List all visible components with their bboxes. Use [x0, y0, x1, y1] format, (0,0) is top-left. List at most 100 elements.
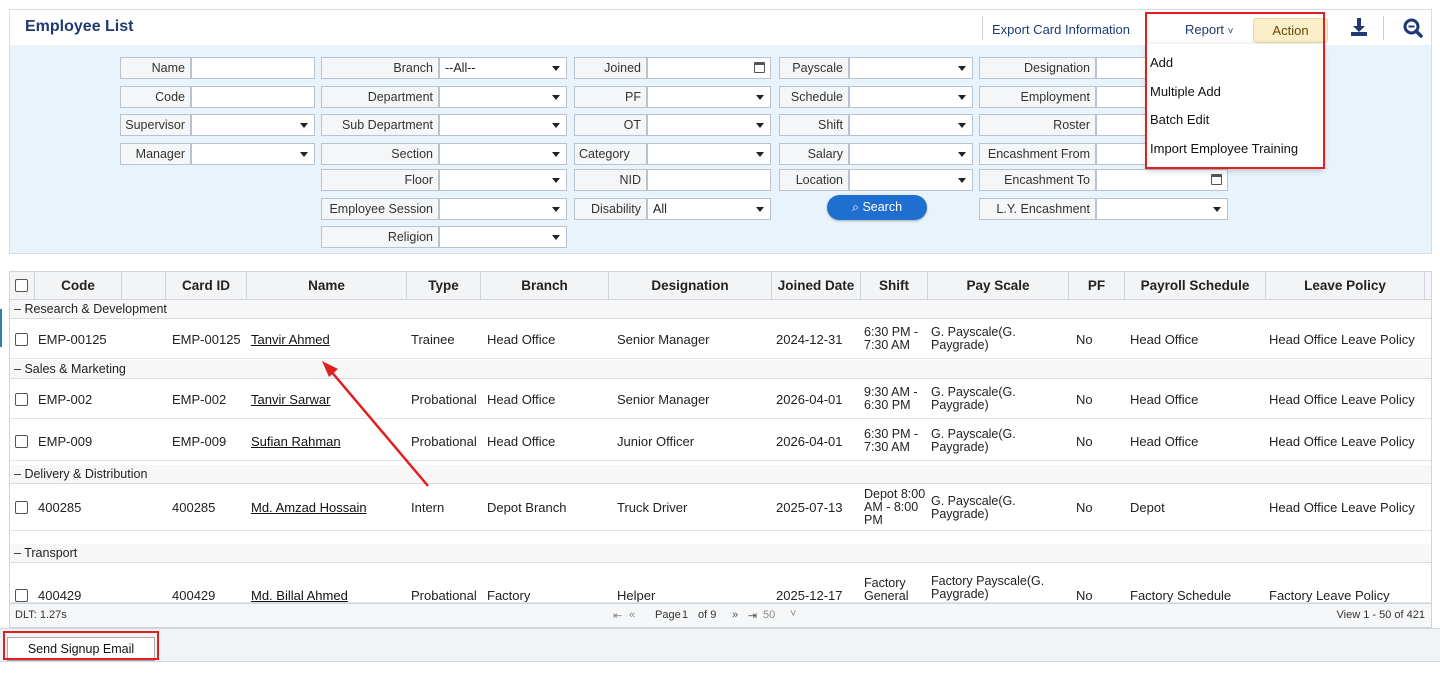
cell-designation: Senior Manager	[617, 331, 710, 347]
send-signup-email-button[interactable]: Send Signup Email	[7, 637, 155, 661]
report-dropdown-button[interactable]: Report ˅	[1185, 22, 1234, 37]
row-checkbox[interactable]	[15, 434, 28, 448]
group-row[interactable]: – Sales & Marketing	[10, 360, 1431, 379]
table-row[interactable]: 400285 400285 Md. Amzad Hossain Intern D…	[10, 484, 1431, 531]
download-icon[interactable]	[1348, 16, 1370, 38]
department-filter-select[interactable]	[439, 86, 567, 108]
group-row[interactable]: – Transport	[10, 544, 1431, 563]
row-checkbox-cell	[15, 319, 35, 359]
next-page-icon[interactable]: »	[732, 609, 738, 621]
menu-item-multiple-add[interactable]: Multiple Add	[1150, 84, 1221, 99]
row-checkbox[interactable]	[15, 392, 28, 406]
schedule-filter-select[interactable]	[849, 86, 973, 108]
cell-pay-scale: G. Payscale(G. Paygrade)	[931, 385, 1016, 412]
calendar-icon[interactable]	[1211, 174, 1222, 185]
disability-filter-select[interactable]: All	[647, 198, 771, 220]
calendar-icon[interactable]	[754, 62, 765, 73]
table-row[interactable]: EMP-009 EMP-009 Sufian Rahman Probationa…	[10, 421, 1431, 461]
group-row[interactable]: – Delivery & Distribution	[10, 465, 1431, 484]
ot-filter-select[interactable]	[647, 114, 771, 136]
action-button[interactable]: Action	[1253, 18, 1328, 43]
pf-filter-select[interactable]	[647, 86, 771, 108]
column-header-designation[interactable]: Designation	[609, 272, 772, 300]
name-filter-input[interactable]	[191, 57, 315, 79]
cell-card-id: 400429	[172, 588, 216, 603]
column-header-branch[interactable]: Branch	[481, 272, 609, 300]
sub-department-filter-select[interactable]	[439, 114, 567, 136]
manager-filter-select[interactable]	[191, 143, 315, 165]
location-filter-select[interactable]	[849, 169, 973, 191]
menu-item-add[interactable]: Add	[1150, 55, 1173, 70]
manager-filter-label: Manager	[120, 143, 191, 165]
table-row[interactable]: EMP-00125 EMP-00125 Tanvir Ahmed Trainee…	[10, 319, 1431, 359]
column-header-pay-scale[interactable]: Pay Scale	[928, 272, 1069, 300]
cell-designation: Junior Officer	[617, 433, 695, 449]
cell-joined-date: 2026-04-01	[776, 391, 843, 407]
employee-name-link[interactable]: Md. Amzad Hossain	[251, 500, 367, 515]
row-checkbox[interactable]	[15, 501, 28, 514]
row-indicator	[0, 309, 2, 347]
column-header-pf[interactable]: PF	[1069, 272, 1125, 300]
row-checkbox[interactable]	[15, 589, 28, 602]
joined-filter-date[interactable]	[647, 57, 771, 79]
zoom-search-icon[interactable]	[1402, 17, 1424, 39]
cell-leave-policy: Head Office Leave Policy	[1269, 433, 1415, 449]
group-row[interactable]: – Research & Development	[10, 300, 1431, 319]
bottom-action-bar: Send Signup Email	[0, 628, 1440, 662]
export-card-information-button[interactable]: Export Card Information	[992, 22, 1148, 37]
designation-filter-label: Designation	[979, 57, 1096, 79]
employee-session-filter-select[interactable]	[439, 198, 567, 220]
menu-item-batch-edit[interactable]: Batch Edit	[1150, 112, 1209, 127]
employee-name-link[interactable]: Sufian Rahman	[251, 434, 341, 449]
employment-filter-select[interactable]	[1096, 86, 1148, 108]
designation-filter-select[interactable]	[1096, 57, 1148, 79]
supervisor-filter-select[interactable]	[191, 114, 315, 136]
floor-filter-label: Floor	[321, 169, 439, 191]
cell-pf: No	[1076, 331, 1093, 347]
group-name: Research & Development	[24, 302, 167, 316]
column-header-code[interactable]: Code	[35, 272, 122, 300]
search-button[interactable]: ⌕ Search	[827, 195, 927, 220]
column-header-joined-date[interactable]: Joined Date	[772, 272, 861, 300]
page-size-select[interactable]: 50	[763, 609, 775, 621]
select-all-checkbox[interactable]	[15, 279, 28, 292]
salary-filter-label: Salary	[779, 143, 849, 165]
shift-filter-select[interactable]	[849, 114, 973, 136]
first-page-icon[interactable]: ⇤	[613, 609, 622, 622]
nid-filter-input[interactable]	[647, 169, 771, 191]
column-header-payroll-schedule[interactable]: Payroll Schedule	[1125, 272, 1266, 300]
table-row[interactable]: 400429 400429 Md. Billal Ahmed Probation…	[10, 563, 1431, 603]
column-header-shift[interactable]: Shift	[861, 272, 928, 300]
column-header-type[interactable]: Type	[407, 272, 481, 300]
column-header-card-id[interactable]: Card ID	[166, 272, 247, 300]
cell-branch: Head Office	[487, 391, 556, 407]
ly-encashment-filter-select[interactable]	[1096, 198, 1228, 220]
branch-filter-select[interactable]: --All--	[439, 57, 567, 79]
category-filter-select[interactable]	[647, 143, 771, 165]
column-header-name[interactable]: Name	[247, 272, 407, 300]
section-filter-select[interactable]	[439, 143, 567, 165]
encashment-from-filter-date[interactable]	[1096, 143, 1148, 165]
table-row[interactable]: EMP-002 EMP-002 Tanvir Sarwar Probationa…	[10, 379, 1431, 419]
payscale-filter-select[interactable]	[849, 57, 973, 79]
prev-page-icon[interactable]: «	[629, 609, 635, 621]
floor-filter-select[interactable]	[439, 169, 567, 191]
employee-name-link[interactable]: Md. Billal Ahmed	[251, 588, 348, 602]
cell-shift: 6:30 PM - 7:30 AM	[864, 427, 919, 454]
code-filter-input[interactable]	[191, 86, 315, 108]
page-number-input[interactable]: 1	[682, 609, 688, 621]
last-page-icon[interactable]: ⇥	[748, 609, 757, 622]
religion-filter-select[interactable]	[439, 226, 567, 248]
cell-code: 400429	[38, 588, 82, 603]
menu-item-import-employee-training[interactable]: Import Employee Training	[1150, 141, 1298, 156]
salary-filter-select[interactable]	[849, 143, 973, 165]
header-divider	[1383, 16, 1384, 40]
employee-name-link[interactable]: Tanvir Ahmed	[251, 332, 330, 347]
encashment-to-filter-date[interactable]	[1096, 169, 1228, 191]
roster-filter-select[interactable]	[1096, 114, 1148, 136]
chevron-down-icon[interactable]: ˅	[790, 608, 796, 620]
column-header-leave-policy[interactable]: Leave Policy	[1266, 272, 1425, 300]
employee-name-link[interactable]: Tanvir Sarwar	[251, 392, 330, 407]
cell-designation: Helper	[617, 588, 656, 603]
row-checkbox[interactable]	[15, 332, 28, 346]
